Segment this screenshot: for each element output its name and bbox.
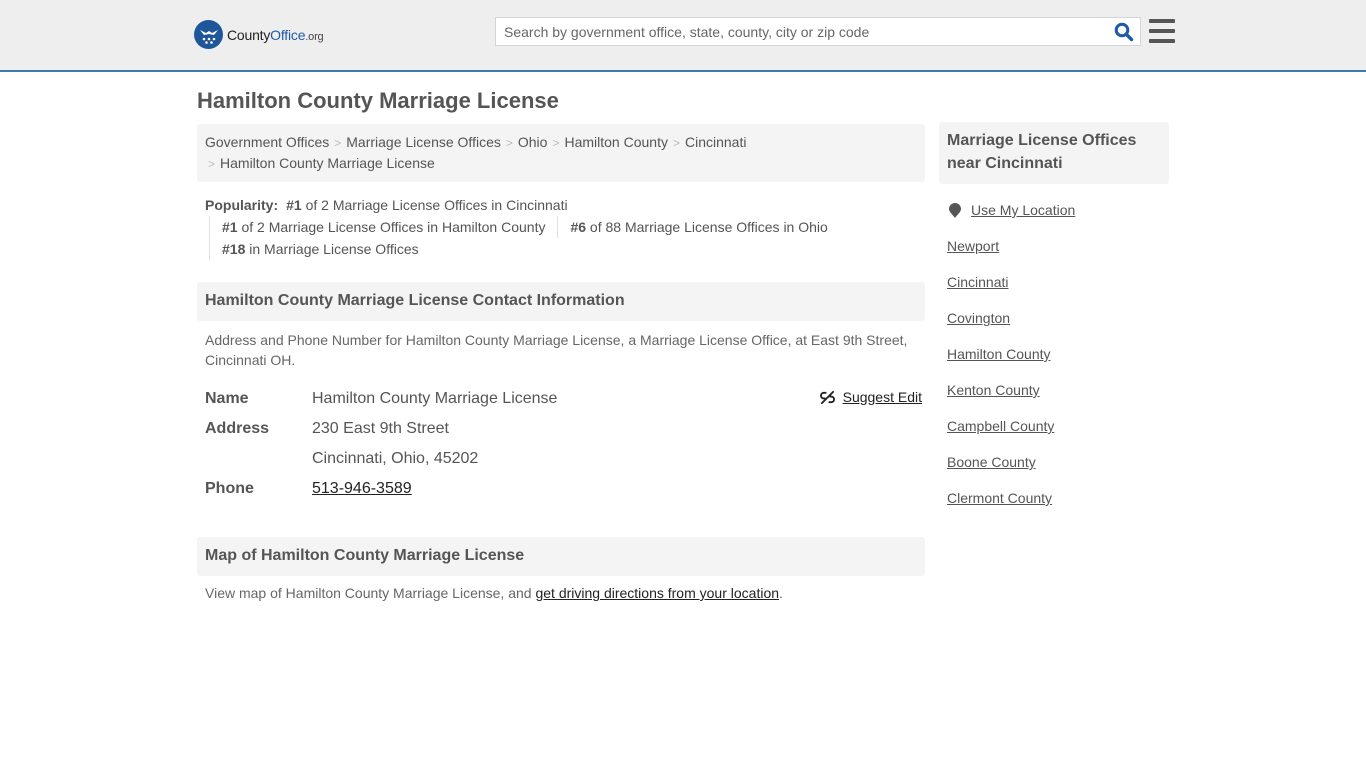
- nearby-link-covington[interactable]: Covington: [947, 310, 1010, 326]
- use-location-item: Use My Location: [947, 200, 1169, 236]
- nearby-item: Newport: [947, 236, 1169, 272]
- suggest-edit-label: Suggest Edit: [842, 389, 922, 405]
- nearby-link-cincinnati[interactable]: Cincinnati: [947, 274, 1008, 290]
- popularity-sub: #1 of 2 Marriage License Offices in Hami…: [209, 216, 925, 260]
- popularity-text: of 88 Marriage License Offices in Ohio: [586, 219, 828, 235]
- nearby-item: Clermont County: [947, 488, 1169, 524]
- popularity-row: #18 in Marriage License Offices: [222, 238, 925, 260]
- sidebar: Marriage License Offices near Cincinnati…: [939, 122, 1169, 524]
- nearby-item: Campbell County: [947, 416, 1169, 452]
- popularity-label: Popularity:: [205, 197, 279, 213]
- suggest-edit-link[interactable]: Suggest Edit: [819, 389, 922, 405]
- unlink-icon: [819, 390, 835, 404]
- nearby-item: Covington: [947, 308, 1169, 344]
- address-line2: Cincinnati, Ohio, 45202: [312, 450, 479, 467]
- popularity-row: #1 of 2 Marriage License Offices in Hami…: [222, 216, 925, 238]
- nearby-link-boone-county[interactable]: Boone County: [947, 454, 1036, 470]
- popularity-text: in Marriage License Offices: [245, 241, 419, 257]
- nearby-item: Kenton County: [947, 380, 1169, 416]
- nearby-item: Hamilton County: [947, 344, 1169, 380]
- nearby-link-hamilton-county[interactable]: Hamilton County: [947, 346, 1051, 362]
- eagle-logo-icon: [194, 20, 223, 49]
- popularity-rank: #1: [286, 197, 302, 213]
- map-desc-text: View map of Hamilton County Marriage Lic…: [205, 585, 536, 601]
- popularity-rank: #18: [222, 241, 246, 257]
- address-line1: 230 East 9th Street: [312, 420, 449, 437]
- contact-row-name: Name Hamilton County Marriage License: [205, 384, 925, 414]
- nearby-link-campbell-county[interactable]: Campbell County: [947, 418, 1054, 434]
- map-pin-icon: [949, 203, 961, 218]
- menu-bar: [1149, 29, 1175, 33]
- popularity-rank: #6: [570, 219, 587, 235]
- name-value: Hamilton County Marriage License: [312, 390, 558, 407]
- name-label: Name: [205, 390, 249, 407]
- phone-link[interactable]: 513-946-3589: [312, 480, 412, 497]
- divider: [557, 216, 559, 238]
- popularity-text: of 2 Marriage License Offices in Cincinn…: [301, 197, 568, 213]
- main-content: Government Offices > Marriage License Offi…: [197, 124, 925, 601]
- breadcrumb-separator: >: [672, 136, 680, 150]
- driving-directions-link[interactable]: get driving directions from your locatio…: [535, 585, 779, 601]
- nearby-link-newport[interactable]: Newport: [947, 238, 999, 254]
- breadcrumb-item[interactable]: Cincinnati: [685, 134, 746, 150]
- breadcrumb-item[interactable]: Marriage License Offices: [346, 134, 501, 150]
- breadcrumb-separator: >: [208, 157, 216, 171]
- logo-name: County: [227, 26, 271, 43]
- nearby-link-clermont-county[interactable]: Clermont County: [947, 490, 1052, 506]
- contact-details: Suggest Edit Name Hamilton County Marria…: [197, 384, 925, 504]
- logo-brand: Office: [270, 26, 306, 43]
- menu-bar: [1149, 39, 1175, 43]
- address-label: Address: [205, 420, 270, 437]
- hamburger-menu-icon[interactable]: [1149, 19, 1175, 43]
- breadcrumb-item[interactable]: Ohio: [518, 134, 548, 150]
- contact-heading: Hamilton County Marriage License Contact…: [197, 282, 925, 321]
- map-heading: Map of Hamilton County Marriage License: [197, 537, 925, 576]
- nearby-item: Cincinnati: [947, 272, 1169, 308]
- address-label-spacer: [205, 444, 312, 474]
- site-header: CountyOffice.org: [0, 0, 1366, 72]
- popularity-row: Popularity: #1 of 2 Marriage License Offi…: [205, 194, 925, 216]
- search-box: [495, 17, 1141, 46]
- logo-tld: .org: [305, 30, 324, 43]
- breadcrumb: Government Offices > Marriage License Offi…: [197, 124, 925, 182]
- nearby-list: Use My Location Newport Cincinnati Covin…: [939, 200, 1169, 524]
- search-button[interactable]: [1108, 18, 1140, 45]
- popularity: Popularity: #1 of 2 Marriage License Offi…: [197, 194, 925, 260]
- popularity-entry: #6 of 88 Marriage License Offices in Ohi…: [570, 216, 827, 238]
- use-my-location-link[interactable]: Use My Location: [971, 200, 1075, 220]
- contact-row-address2: Cincinnati, Ohio, 45202: [205, 444, 925, 474]
- nearby-link-kenton-county[interactable]: Kenton County: [947, 382, 1040, 398]
- site-logo[interactable]: CountyOffice.org: [194, 20, 324, 49]
- popularity-rank: #1: [222, 219, 238, 235]
- map-desc-suffix: .: [779, 585, 783, 601]
- breadcrumb-item[interactable]: Hamilton County: [564, 134, 668, 150]
- menu-bar: [1149, 19, 1175, 23]
- contact-description: Address and Phone Number for Hamilton Co…: [205, 332, 908, 368]
- search-icon: [1114, 22, 1134, 41]
- breadcrumb-separator: >: [334, 136, 342, 150]
- logo-text: CountyOffice.org: [227, 26, 324, 43]
- contact-row-phone: Phone 513-946-3589: [205, 474, 925, 504]
- nearby-item: Boone County: [947, 452, 1169, 488]
- page-title: Hamilton County Marriage License: [197, 88, 559, 113]
- breadcrumb-separator: >: [552, 136, 560, 150]
- breadcrumb-separator: >: [505, 136, 513, 150]
- breadcrumb-current: Hamilton County Marriage License: [220, 155, 435, 171]
- search-input[interactable]: [496, 18, 1108, 45]
- breadcrumb-item[interactable]: Government Offices: [205, 134, 329, 150]
- map-description: View map of Hamilton County Marriage Lic…: [197, 585, 925, 601]
- popularity-text: of 2 Marriage License Offices in Hamilto…: [237, 219, 546, 235]
- phone-label: Phone: [205, 480, 254, 497]
- sidebar-heading: Marriage License Offices near Cincinnati: [939, 122, 1169, 184]
- popularity-entry: #1 of 2 Marriage License Offices in Hami…: [222, 216, 545, 238]
- contact-row-address: Address 230 East 9th Street: [205, 414, 925, 444]
